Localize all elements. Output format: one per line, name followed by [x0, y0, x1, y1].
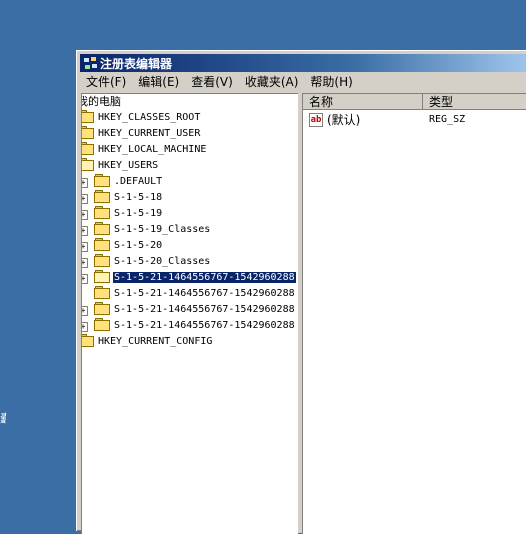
menu-view[interactable]: 查看(V)	[185, 74, 239, 90]
folder-icon	[94, 238, 110, 251]
folder-icon	[94, 254, 110, 267]
tree-key-hkcc[interactable]: HKEY_CURRENT_CONFIG	[82, 334, 213, 350]
menu-file[interactable]: 文件(F)	[80, 74, 132, 90]
tree-key-user-sid[interactable]: S-1-5-21-1464556767-1542960288	[94, 318, 296, 334]
value-row-default[interactable]: ab (默认) REG_SZ	[303, 112, 526, 128]
tree-key-user-sid[interactable]: S-1-5-21-1464556767-1542960288	[94, 286, 296, 302]
expand-sid-icon[interactable]: +	[82, 322, 88, 332]
tree-key-default[interactable]: .DEFAULT	[94, 174, 163, 190]
folder-icon	[94, 206, 110, 219]
menu-edit[interactable]: 编辑(E)	[132, 74, 185, 90]
tree-key-user-s-1-5-19[interactable]: S-1-5-19	[94, 206, 163, 222]
desktop-edge-glyph: 蠹	[0, 412, 6, 425]
folder-icon	[82, 142, 94, 155]
folder-icon	[82, 334, 94, 347]
expand-s-1-5-19-classes-icon[interactable]: +	[82, 226, 88, 236]
column-header-name[interactable]: 名称	[303, 94, 423, 110]
list-header: 名称 类型	[303, 94, 526, 110]
expand-s-1-5-18-icon[interactable]: +	[82, 194, 88, 204]
tree-key-user-sid-selected[interactable]: S-1-5-21-1464556767-1542960288	[94, 270, 296, 286]
expand-s-1-5-20-classes-icon[interactable]: +	[82, 258, 88, 268]
tree-key-hkcr[interactable]: HKEY_CLASSES_ROOT	[82, 110, 201, 126]
column-header-type[interactable]: 类型	[423, 94, 526, 110]
tree-root-my-computer[interactable]: 我的电脑	[81, 94, 122, 110]
folder-icon	[94, 318, 110, 331]
expand-s-1-5-19-icon[interactable]: +	[82, 210, 88, 220]
tree-key-user-s-1-5-18[interactable]: S-1-5-18	[94, 190, 163, 206]
folder-icon	[82, 110, 94, 123]
tree-key-user-s-1-5-20[interactable]: S-1-5-20	[94, 238, 163, 254]
menu-help[interactable]: 帮助(H)	[304, 74, 358, 90]
folder-icon	[94, 190, 110, 203]
value-name: (默认)	[327, 113, 361, 127]
value-type: REG_SZ	[429, 114, 466, 125]
string-value-icon: ab	[309, 113, 323, 127]
folder-icon	[94, 222, 110, 235]
expand-s-1-5-20-icon[interactable]: +	[82, 242, 88, 252]
tree-key-hku[interactable]: HKEY_USERS	[82, 158, 159, 174]
tree-key-user-s-1-5-19-classes[interactable]: S-1-5-19_Classes	[94, 222, 211, 238]
expand-default-icon[interactable]: +	[82, 178, 88, 188]
tree-key-user-s-1-5-20-classes[interactable]: S-1-5-20_Classes	[94, 254, 211, 270]
registry-editor-icon	[82, 55, 98, 71]
expand-sid-icon[interactable]: +	[82, 274, 88, 284]
values-list-pane[interactable]: 名称 类型 ab (默认) REG_SZ	[302, 93, 526, 534]
expand-sid-icon[interactable]: +	[82, 306, 88, 316]
folder-icon	[82, 126, 94, 139]
menu-favorites[interactable]: 收藏夹(A)	[239, 74, 305, 90]
title-bar[interactable]: 注册表编辑器	[80, 54, 526, 72]
folder-open-icon	[82, 158, 94, 171]
tree-key-hklm[interactable]: HKEY_LOCAL_MACHINE	[82, 142, 207, 158]
window-title: 注册表编辑器	[100, 56, 173, 71]
folder-open-icon	[94, 270, 110, 283]
registry-editor-window: 注册表编辑器 文件(F) 编辑(E) 查看(V) 收藏夹(A) 帮助(H) 我的…	[76, 50, 526, 534]
folder-icon	[94, 302, 110, 315]
folder-icon	[94, 174, 110, 187]
tree-root-label: 我的电脑	[81, 95, 121, 108]
tree-key-hkcu[interactable]: HKEY_CURRENT_USER	[82, 126, 201, 142]
folder-icon	[94, 286, 110, 299]
registry-tree-pane[interactable]: 我的电脑 HKEY_CLASSES_ROOT HKEY_CURRENT_USER…	[81, 93, 298, 534]
tree-key-user-sid[interactable]: S-1-5-21-1464556767-1542960288	[94, 302, 296, 318]
menu-bar: 文件(F) 编辑(E) 查看(V) 收藏夹(A) 帮助(H)	[80, 73, 526, 91]
